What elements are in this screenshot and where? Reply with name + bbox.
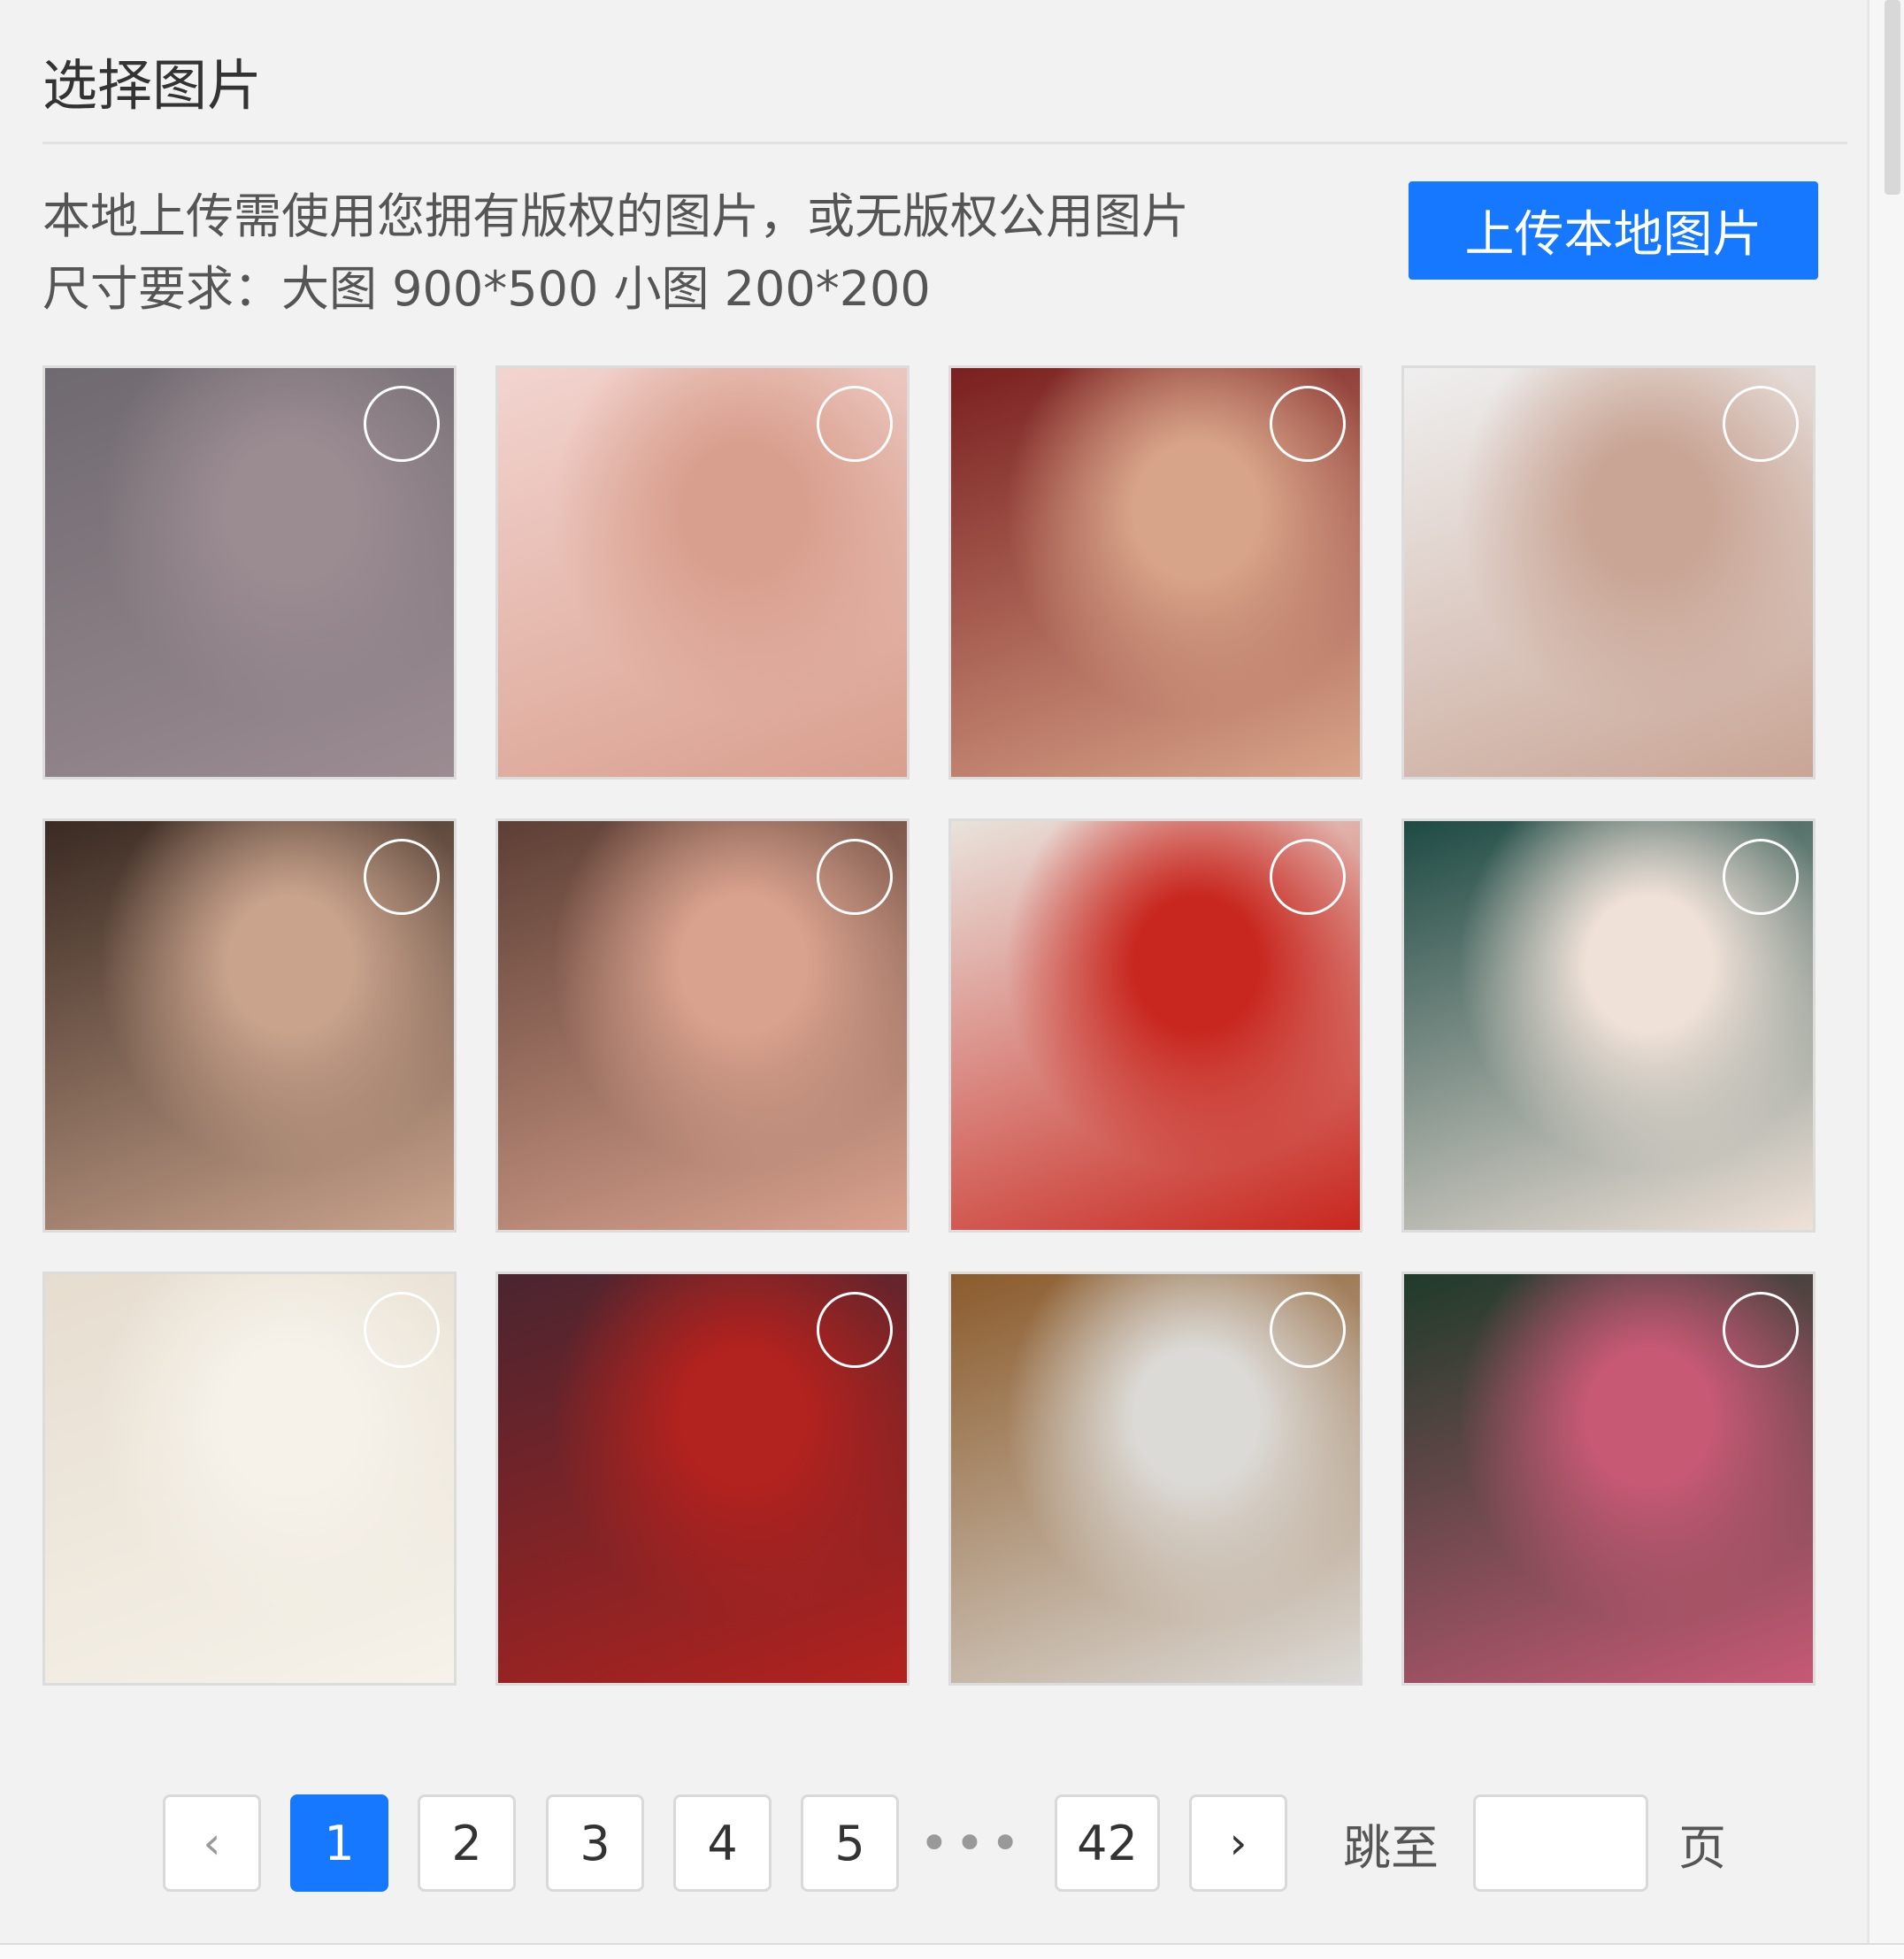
scrollbar-thumb[interactable] bbox=[1885, 0, 1900, 195]
select-image-dialog: 选择图片 本地上传需使用您拥有版权的图片，或无版权公用图片 尺寸要求：大图 90… bbox=[0, 0, 1867, 1957]
select-circle-icon[interactable] bbox=[1723, 386, 1799, 462]
select-circle-icon[interactable] bbox=[1270, 839, 1346, 915]
select-circle-icon[interactable] bbox=[817, 386, 893, 462]
page-button-1[interactable]: 1 bbox=[290, 1794, 388, 1892]
image-tile[interactable] bbox=[948, 818, 1363, 1233]
jump-page-input[interactable] bbox=[1473, 1794, 1648, 1892]
page-button-2[interactable]: 2 bbox=[418, 1794, 516, 1892]
chevron-left-icon: ‹ bbox=[203, 1817, 221, 1869]
image-grid bbox=[42, 365, 1821, 1687]
next-page-button[interactable]: › bbox=[1189, 1794, 1287, 1892]
image-tile[interactable] bbox=[1401, 818, 1816, 1233]
image-tile[interactable] bbox=[495, 365, 910, 780]
chevron-right-icon: › bbox=[1229, 1817, 1248, 1869]
copyright-notice: 本地上传需使用您拥有版权的图片，或无版权公用图片 bbox=[42, 188, 1189, 244]
page-button-3[interactable]: 3 bbox=[546, 1794, 644, 1892]
image-tile[interactable] bbox=[42, 1271, 457, 1686]
select-circle-icon[interactable] bbox=[364, 386, 440, 462]
select-circle-icon[interactable] bbox=[364, 1292, 440, 1368]
page-button-42[interactable]: 42 bbox=[1055, 1794, 1160, 1892]
background-page-edge bbox=[1867, 0, 1904, 1943]
title-divider bbox=[42, 142, 1847, 144]
image-tile[interactable] bbox=[42, 818, 457, 1233]
prev-page-button[interactable]: ‹ bbox=[163, 1794, 261, 1892]
image-tile[interactable] bbox=[495, 818, 910, 1233]
jump-to-label: 跳至 bbox=[1343, 1819, 1439, 1876]
select-circle-icon[interactable] bbox=[817, 1292, 893, 1368]
page-suffix-label: 页 bbox=[1678, 1819, 1726, 1876]
image-tile[interactable] bbox=[495, 1271, 910, 1686]
more-pages-ellipsis[interactable]: ••• bbox=[919, 1794, 1021, 1892]
image-tile[interactable] bbox=[1401, 365, 1816, 780]
image-tile[interactable] bbox=[948, 1271, 1363, 1686]
pagination: ‹ 1 2 3 4 5 ••• 42 › 跳至 页 bbox=[0, 1794, 1867, 1894]
image-tile[interactable] bbox=[42, 365, 457, 780]
select-circle-icon[interactable] bbox=[364, 839, 440, 915]
select-circle-icon[interactable] bbox=[1723, 839, 1799, 915]
size-requirement: 尺寸要求：大图 900*500 小图 200*200 bbox=[42, 261, 931, 317]
select-circle-icon[interactable] bbox=[1723, 1292, 1799, 1368]
image-tile[interactable] bbox=[948, 365, 1363, 780]
background-page-bottom bbox=[0, 1943, 1904, 1959]
page-button-4[interactable]: 4 bbox=[673, 1794, 772, 1892]
dialog-title: 选择图片 bbox=[42, 53, 263, 118]
select-circle-icon[interactable] bbox=[1270, 1292, 1346, 1368]
select-circle-icon[interactable] bbox=[817, 839, 893, 915]
select-circle-icon[interactable] bbox=[1270, 386, 1346, 462]
page-button-5[interactable]: 5 bbox=[801, 1794, 899, 1892]
image-tile[interactable] bbox=[1401, 1271, 1816, 1686]
upload-local-image-button[interactable]: 上传本地图片 bbox=[1409, 181, 1818, 280]
